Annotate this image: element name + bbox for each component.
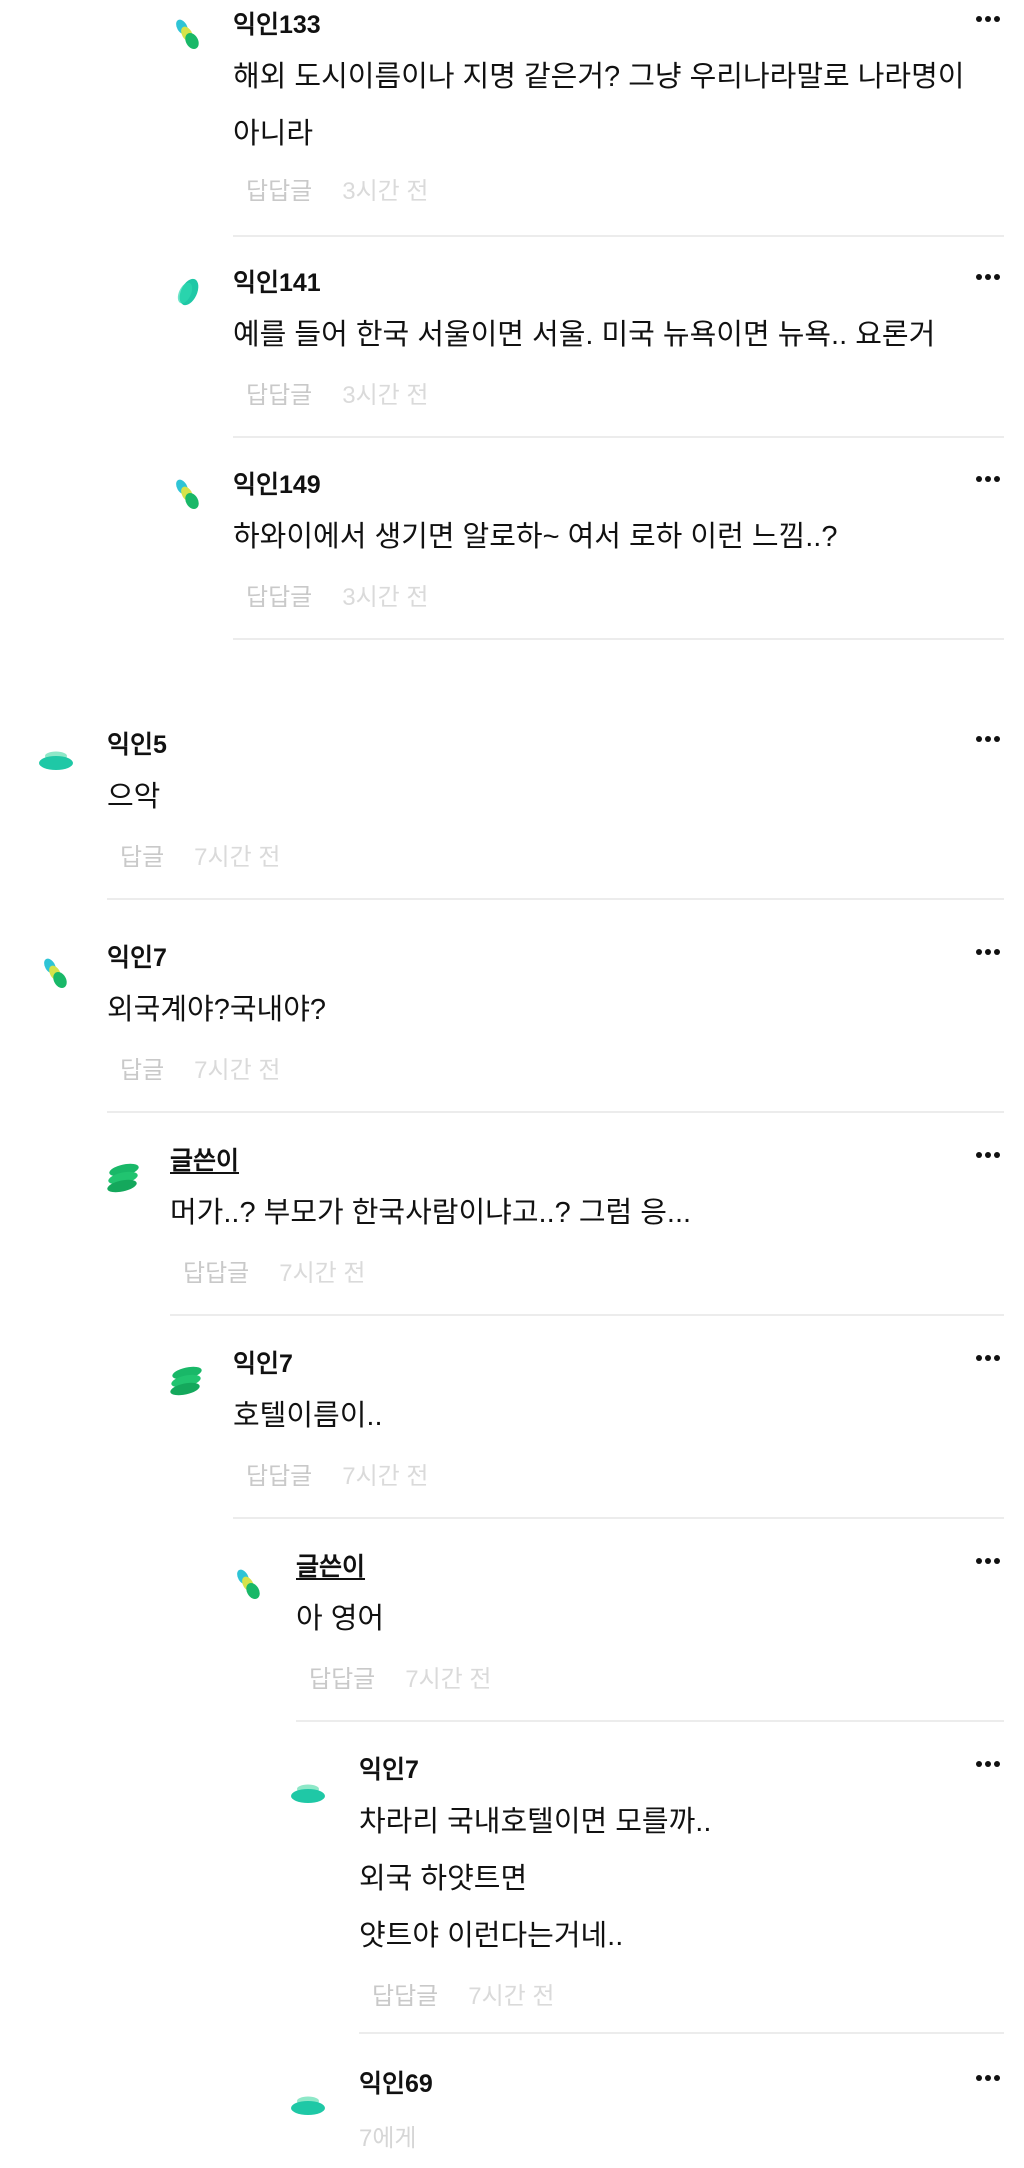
comment-text-line: 호텔이름이.. [233, 1400, 383, 1432]
reply-button[interactable]: 답글 [120, 844, 164, 871]
mention-text: 7에게 [359, 2125, 417, 2152]
timestamp: 7시간 전 [405, 1666, 492, 1693]
more-horizontal-icon[interactable] [968, 4, 1008, 34]
comment-meta: 답답글 7시간 전 [372, 1982, 555, 2012]
divider [233, 1517, 1004, 1519]
comment-text-line: 해외 도시이름이나 지명 같은거? 그냥 우리나라말로 나라명이 [233, 61, 965, 93]
comment-body: 으악 [107, 769, 160, 826]
comment: 익인133 해외 도시이름이나 지명 같은거? 그냥 우리나라말로 나라명이 아… [233, 10, 1004, 237]
comment-body: 해외 도시이름이나 지명 같은거? 그냥 우리나라말로 나라명이 아니라 [233, 49, 964, 163]
timestamp: 3시간 전 [342, 382, 429, 409]
divider [170, 1314, 1004, 1316]
comment-text-line: 예를 들어 한국 서울이면 서울. 미국 뉴욕이면 뉴욕.. 요론거 [233, 319, 936, 351]
disc-stack-avatar[interactable] [38, 742, 74, 778]
single-leaf-avatar[interactable] [170, 274, 206, 310]
comment-author-name[interactable]: 익인133 [233, 10, 321, 40]
comment-body: 머가..? 부모가 한국사람이냐고..? 그럼 응... [170, 1185, 691, 1242]
comment-author-name[interactable]: 글쓴이 [296, 1552, 365, 1582]
reply-button[interactable]: 답답글 [183, 1260, 249, 1287]
timestamp: 7시간 전 [194, 1057, 281, 1084]
divider [107, 1111, 1004, 1113]
comment-text-line: 외국 하얏트면 [359, 1863, 528, 1895]
comment-body: 호텔이름이.. [233, 1388, 383, 1445]
comment-meta: 답답글 3시간 전 [246, 583, 429, 613]
reply-button[interactable]: 답답글 [246, 178, 312, 205]
mixed-leaves-avatar[interactable] [170, 476, 206, 512]
comment: 글쓴이 머가..? 부모가 한국사람이냐고..? 그럼 응... 답답글 7시간 … [170, 1146, 1004, 1316]
comment-author-name[interactable]: 익인5 [107, 730, 167, 760]
comment-meta: 답글 7시간 전 [120, 843, 280, 873]
timestamp: 7시간 전 [194, 844, 281, 871]
comment-text-line: 아니라 [233, 118, 314, 150]
reply-button[interactable]: 답답글 [246, 382, 312, 409]
comment-body: 차라리 국내호텔이면 모를까.. 외국 하얏트면 얏트야 이런다는거네.. [359, 1794, 711, 1965]
comment: 글쓴이 아 영어 답답글 7시간 전 [296, 1552, 1004, 1722]
mixed-leaves-avatar[interactable] [38, 955, 74, 991]
comment-text-line: 얏트야 이런다는거네.. [359, 1920, 624, 1952]
comment-body: 아 영어 [296, 1591, 384, 1648]
comment-author-name[interactable]: 익인141 [233, 268, 321, 298]
more-horizontal-icon[interactable] [968, 937, 1008, 967]
comment-meta: 답답글 3시간 전 [246, 381, 429, 411]
comment-meta: 답답글 7시간 전 [183, 1259, 366, 1289]
comment-text-line: 머가..? 부모가 한국사람이냐고..? 그럼 응... [170, 1197, 692, 1229]
comment-author-name[interactable]: 익인7 [107, 943, 167, 973]
divider [233, 235, 1004, 237]
timestamp: 3시간 전 [342, 178, 429, 205]
comment-text-line: 외국계야?국내야? [107, 994, 327, 1026]
more-horizontal-icon[interactable] [968, 2063, 1008, 2093]
divider [233, 638, 1004, 640]
more-horizontal-icon[interactable] [968, 1546, 1008, 1576]
more-horizontal-icon[interactable] [968, 262, 1008, 292]
comment-author-name[interactable]: 글쓴이 [170, 1146, 239, 1176]
more-horizontal-icon[interactable] [968, 1343, 1008, 1373]
reply-button[interactable]: 답답글 [246, 1463, 312, 1490]
timestamp: 7시간 전 [279, 1260, 366, 1287]
comment: 익인7 외국계야?국내야? 답글 7시간 전 [107, 943, 1004, 1113]
comment: 익인69 7에게 [359, 2069, 1004, 2168]
timestamp: 7시간 전 [468, 1983, 555, 2010]
comment-meta: 답답글 7시간 전 [246, 1462, 429, 1492]
mixed-leaves-avatar[interactable] [170, 16, 206, 52]
disc-stack-avatar[interactable] [290, 2087, 326, 2123]
comment: 익인141 예를 들어 한국 서울이면 서울. 미국 뉴욕이면 뉴욕.. 요론거… [233, 268, 1004, 438]
comment-meta: 답답글 3시간 전 [246, 177, 429, 207]
comment: 익인7 호텔이름이.. 답답글 7시간 전 [233, 1349, 1004, 1519]
more-horizontal-icon[interactable] [968, 724, 1008, 754]
divider [107, 898, 1004, 900]
divider [233, 436, 1004, 438]
comment-text-line: 차라리 국내호텔이면 모를까.. [359, 1806, 712, 1838]
comment-author-name[interactable]: 익인69 [359, 2069, 433, 2099]
comment-author-name[interactable]: 익인7 [359, 1755, 419, 1785]
comment-meta: 답답글 7시간 전 [309, 1665, 492, 1695]
comment: 익인5 으악 답글 7시간 전 [107, 730, 1004, 900]
reply-button[interactable]: 답답글 [372, 1983, 438, 2010]
comment: 익인7 차라리 국내호텔이면 모를까.. 외국 하얏트면 얏트야 이런다는거네.… [359, 1755, 1004, 2035]
comment-text-line: 하와이에서 생기면 알로하~ 여서 로하 이런 느낌..? [233, 521, 838, 553]
more-horizontal-icon[interactable] [968, 464, 1008, 494]
more-horizontal-icon[interactable] [968, 1140, 1008, 1170]
green-stack-avatar[interactable] [168, 1363, 204, 1399]
comment-text-line: 아 영어 [296, 1603, 385, 1635]
comment-body: 예를 들어 한국 서울이면 서울. 미국 뉴욕이면 뉴욕.. 요론거 [233, 307, 935, 364]
timestamp: 3시간 전 [342, 584, 429, 611]
timestamp: 7시간 전 [342, 1463, 429, 1490]
more-horizontal-icon[interactable] [968, 1749, 1008, 1779]
comment: 익인149 하와이에서 생기면 알로하~ 여서 로하 이런 느낌..? 답답글 3… [233, 470, 1004, 640]
mixed-leaves-avatar[interactable] [231, 1566, 267, 1602]
reply-button[interactable]: 답답글 [309, 1666, 375, 1693]
comment-author-name[interactable]: 익인7 [233, 1349, 293, 1379]
divider [359, 2032, 1004, 2034]
disc-stack-avatar[interactable] [290, 1775, 326, 1811]
comment-body: 하와이에서 생기면 알로하~ 여서 로하 이런 느낌..? [233, 509, 837, 566]
comment-meta: 답글 7시간 전 [120, 1056, 280, 1086]
comment-text-line: 으악 [107, 781, 161, 813]
reply-button[interactable]: 답글 [120, 1057, 164, 1084]
divider [296, 1720, 1004, 1722]
comment-author-name[interactable]: 익인149 [233, 470, 321, 500]
comment-body: 외국계야?국내야? [107, 982, 326, 1039]
reply-button[interactable]: 답답글 [246, 584, 312, 611]
green-stack-avatar[interactable] [105, 1160, 141, 1196]
